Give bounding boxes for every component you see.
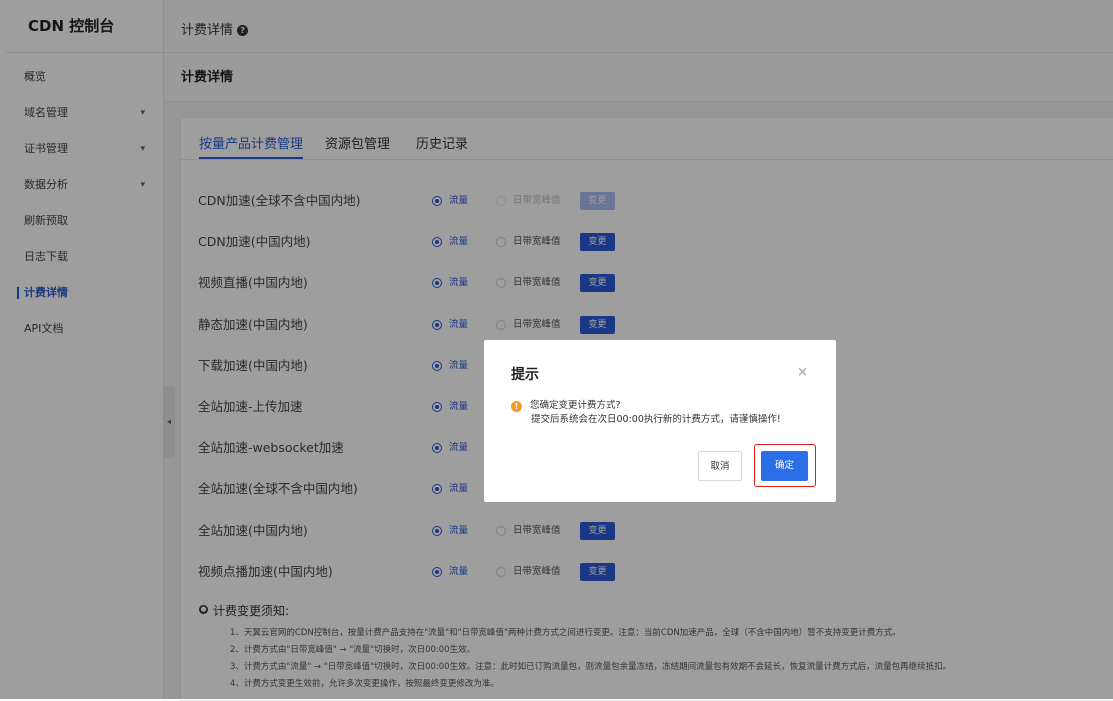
dialog-detail: 提交后系统会在次日00:00执行新的计费方式，请谨慎操作!: [531, 414, 781, 425]
cancel-button[interactable]: 取消: [698, 451, 742, 481]
warning-icon: !: [511, 401, 522, 412]
dialog-message: 您确定变更计费方式? 提交后系统会在次日00:00执行新的计费方式，请谨慎操作!: [530, 399, 781, 427]
dialog-question: 您确定变更计费方式?: [530, 400, 621, 411]
page: CDN 控制台 概览 域名管理 ▾ 证书管理 ▾ 数据分析 ▾ 刷新预取 日志下载 计…: [0, 0, 1113, 701]
confirm-dialog: 提示 × ! 您确定变更计费方式? 提交后系统会在次日00:00执行新的计费方式…: [484, 340, 836, 502]
confirm-button[interactable]: 确定: [761, 451, 808, 481]
dialog-title: 提示: [511, 367, 539, 383]
close-icon[interactable]: ×: [797, 365, 808, 380]
